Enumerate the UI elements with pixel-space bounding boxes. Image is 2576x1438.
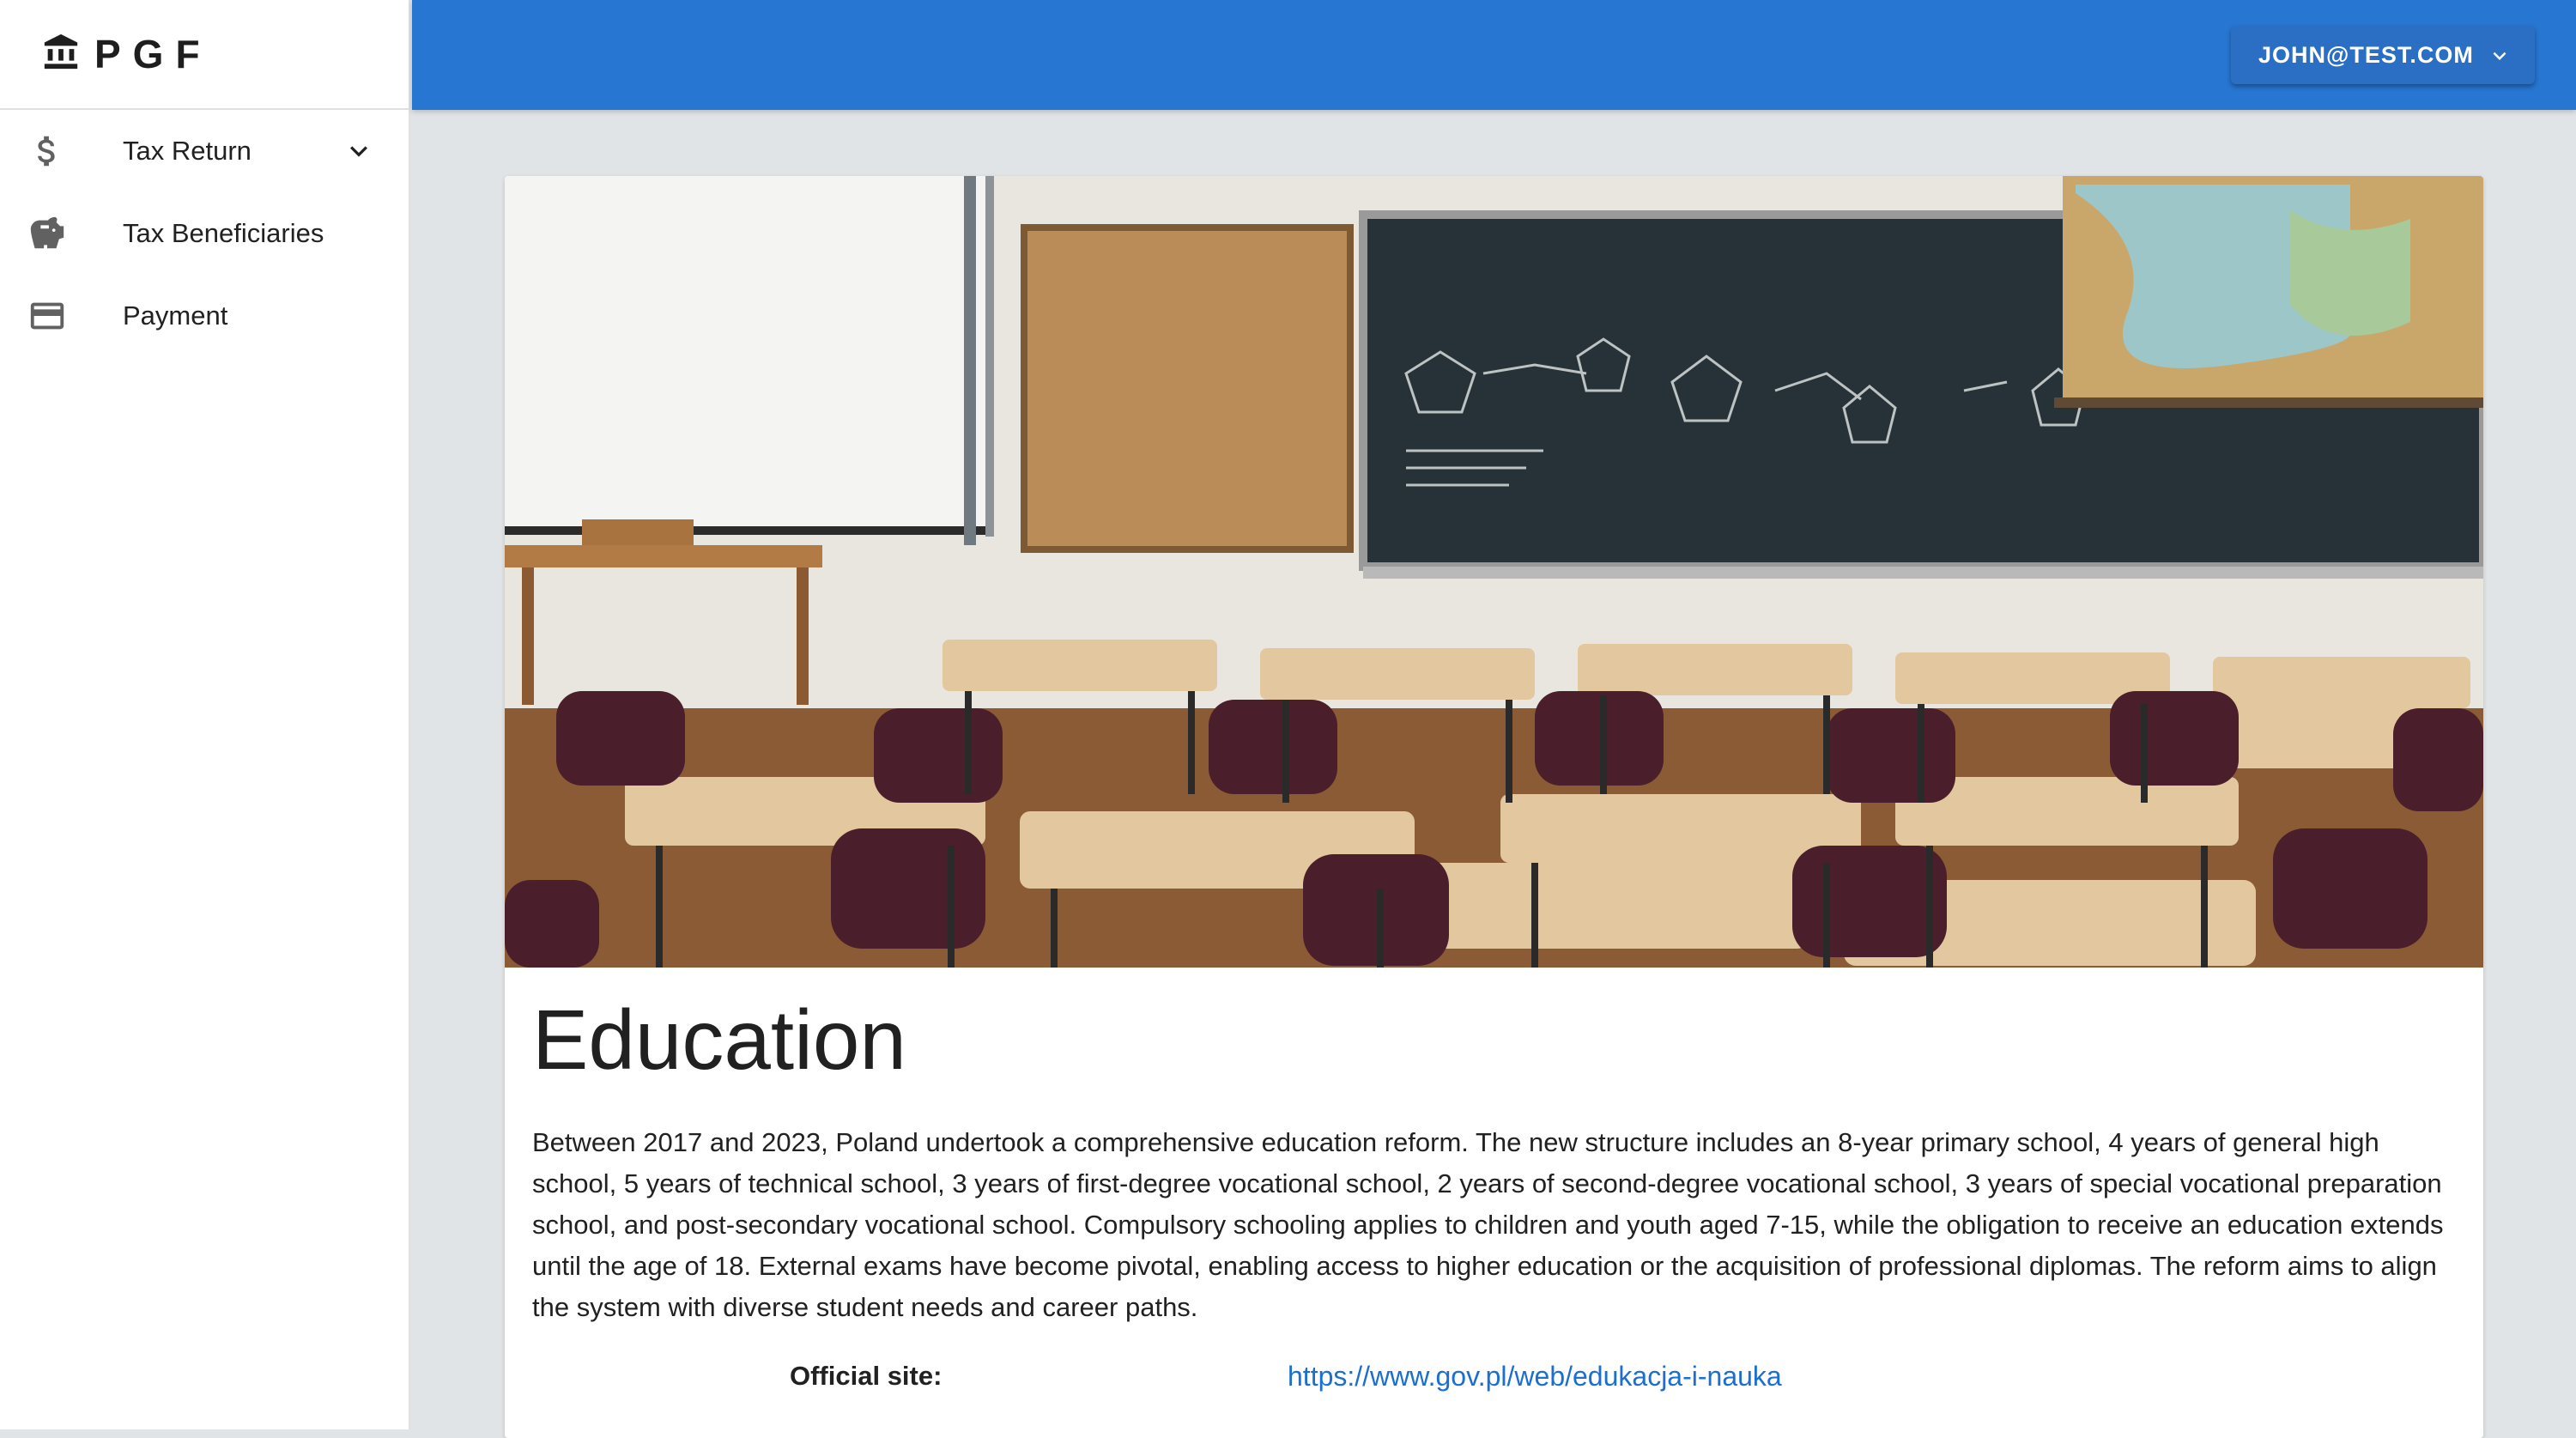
article-description: Between 2017 and 2023, Poland undertook … xyxy=(532,1126,2444,1322)
content-card: Education Between 2017 and 2023, Poland … xyxy=(505,176,2483,1438)
user-menu-button[interactable]: JOHN@TEST.COM xyxy=(2231,26,2535,84)
article: Education Between 2017 and 2023, Poland … xyxy=(505,992,2483,1404)
brand-name: PGF xyxy=(94,32,212,76)
sidebar: PGF Tax Return Tax Beneficiaries Payment xyxy=(0,0,410,1429)
sidebar-item-tax-return[interactable]: Tax Return xyxy=(0,110,409,192)
credit-card-icon xyxy=(27,296,67,336)
sidebar-item-label: Tax Beneficiaries xyxy=(123,218,324,248)
sidebar-item-payment[interactable]: Payment xyxy=(0,275,409,357)
piggy-bank-icon xyxy=(27,214,67,253)
official-site-label: Official site: xyxy=(790,1360,943,1391)
bank-icon xyxy=(41,33,81,76)
sidebar-item-tax-beneficiaries[interactable]: Tax Beneficiaries xyxy=(0,192,409,275)
brand-logo[interactable]: PGF xyxy=(0,0,409,110)
official-site-row: Official site: https://www.gov.pl/web/ed… xyxy=(532,1361,2456,1404)
page-title: Education xyxy=(532,992,906,1087)
sidebar-item-label: Payment xyxy=(123,300,228,331)
sidebar-item-label: Tax Return xyxy=(123,136,252,166)
chevron-down-icon[interactable] xyxy=(342,134,376,168)
official-site-link[interactable]: https://www.gov.pl/web/edukacja-i-nauka xyxy=(1288,1361,1782,1392)
top-app-bar: JOHN@TEST.COM xyxy=(412,0,2576,110)
user-email: JOHN@TEST.COM xyxy=(2258,41,2474,68)
chevron-down-icon xyxy=(2493,52,2506,60)
dollar-icon xyxy=(27,131,67,171)
hero-image xyxy=(505,176,2483,968)
classroom-photo xyxy=(505,176,2483,968)
